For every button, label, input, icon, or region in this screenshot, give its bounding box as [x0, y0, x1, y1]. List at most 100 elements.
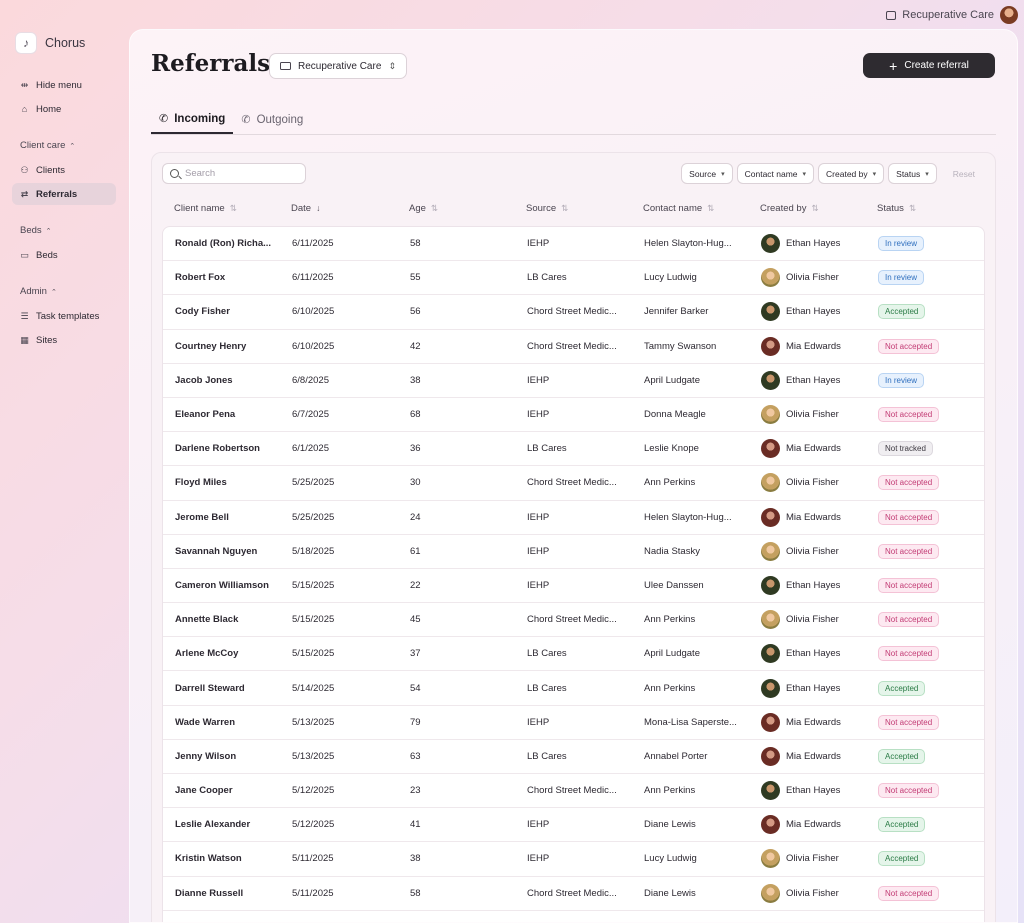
- search-input[interactable]: [185, 168, 285, 179]
- search-box[interactable]: [162, 163, 306, 184]
- client-name: Leslie Alexander: [175, 819, 251, 831]
- chevron-down-icon: ▾: [802, 170, 807, 178]
- referral-source: IEHP: [527, 716, 550, 728]
- filter-status[interactable]: Status ▾: [888, 163, 937, 184]
- table-row[interactable]: Courtney Henry 6/10/2025 42 Chord Street Me…: [163, 330, 984, 364]
- client-name: Courtney Henry: [175, 340, 247, 352]
- created-by: Olivia Fisher: [749, 405, 866, 425]
- client-name: Jacob Jones: [175, 374, 233, 386]
- column-header-date[interactable]: Date ↓: [279, 199, 397, 217]
- table-row[interactable]: Robert Fox 6/11/2025 55 LB Cares Lucy Ludwig…: [163, 261, 984, 296]
- table-row[interactable]: Kristin Watson 5/11/2025 38 IEHP Lucy Ludwig…: [163, 842, 984, 877]
- table-row[interactable]: Darrell Steward 5/14/2025 54 LB Cares Ann Pe…: [163, 671, 984, 706]
- table-row[interactable]: Wade Warren 5/13/2025 79 IEHP Mona-Lisa Sape…: [163, 706, 984, 740]
- filter-created-by[interactable]: Created by ▾: [818, 163, 885, 184]
- table-row[interactable]: Savannah Nguyen 5/18/2025 61 IEHP Nadia Stas…: [163, 535, 984, 569]
- column-header-contact-name[interactable]: Contact name ⇅: [631, 199, 748, 217]
- client-name: Ronald (Ron) Richa...: [175, 238, 272, 250]
- tab-outgoing[interactable]: ✆ Outgoing: [233, 105, 311, 134]
- status-cell: Accepted: [866, 680, 981, 696]
- sidebar-item-sites[interactable]: ▦ Sites: [12, 329, 116, 351]
- table-row[interactable]: Jacob Jones 6/8/2025 38 IEHP April Ludgate Et…: [163, 364, 984, 398]
- filter-source[interactable]: Source ▾: [681, 163, 733, 184]
- status-badge: Not accepted: [878, 714, 940, 730]
- referral-date: 5/15/2025: [292, 614, 335, 626]
- section-title: Admin: [20, 286, 47, 297]
- client-name: Cameron Williamson: [175, 579, 269, 591]
- status-badge: In review: [878, 270, 925, 286]
- table-row[interactable]: Annette Black 5/15/2025 45 Chord Street Med…: [163, 603, 984, 638]
- sidebar-item-task-templates[interactable]: ☰ Task templates: [12, 305, 116, 327]
- section-beds[interactable]: Beds ⌃: [12, 225, 116, 236]
- status-badge: Not accepted: [878, 646, 940, 662]
- column-header-client-name[interactable]: Client name ⇅: [162, 199, 279, 217]
- user-avatar[interactable]: [1000, 6, 1018, 24]
- created-by: Olivia Fisher: [749, 610, 866, 630]
- create-referral-button[interactable]: + Create referral: [863, 53, 995, 78]
- table-row[interactable]: Jane Cooper 5/12/2025 23 Chord Street Medic…: [163, 774, 984, 809]
- table-row[interactable]: Arlene McCoy 5/15/2025 37 LB Cares April Lud…: [163, 637, 984, 672]
- table-row[interactable]: Dianne Russell 5/11/2025 58 Chord Street Me…: [163, 877, 984, 911]
- sidebar-item-referrals[interactable]: ⇄ Referrals: [12, 183, 116, 205]
- sidebar-item-beds[interactable]: ▭ Beds: [12, 244, 116, 266]
- sidebar-item-clients[interactable]: ⚇ Clients: [12, 159, 116, 181]
- table-row[interactable]: Eleanor Pena 6/7/2025 68 IEHP Donna Meagle Ol…: [163, 398, 984, 433]
- table-body: Ronald (Ron) Richa... 6/11/2025 58 IEHP Hele…: [162, 226, 985, 922]
- tab-incoming[interactable]: ✆ Incoming: [151, 105, 234, 134]
- phone-outgoing-icon: ✆: [241, 114, 251, 126]
- sidebar-item-home[interactable]: ⌂ Home: [12, 98, 116, 120]
- chevron-down-icon: ▾: [925, 170, 929, 178]
- avatar: [761, 575, 780, 595]
- contact-name: April Ludgate: [644, 648, 700, 660]
- chevron-up-icon: ⌃: [69, 142, 76, 150]
- column-header-created-by[interactable]: Created by ⇅: [748, 199, 865, 217]
- table-row[interactable]: Jerome Bell 5/25/2025 24 IEHP Helen Slayton-…: [163, 501, 984, 535]
- status-badge: Not accepted: [878, 338, 940, 354]
- creator-name: Mia Edwards: [786, 443, 841, 455]
- client-age: 63: [410, 750, 421, 762]
- hide-menu-button[interactable]: ⇹ Hide menu: [12, 74, 116, 96]
- status-badge: Accepted: [878, 680, 926, 696]
- avatar: [761, 541, 780, 561]
- created-by: Ethan Hayes: [749, 644, 866, 664]
- created-by: Ethan Hayes: [749, 781, 866, 801]
- client-name: Jerome Bell: [175, 511, 229, 523]
- org-switcher[interactable]: Recuperative Care: [886, 4, 1018, 26]
- column-label: Contact name: [643, 202, 703, 214]
- status-cell: Accepted: [866, 817, 981, 833]
- referral-date: 6/1/2025: [292, 443, 329, 455]
- table-row[interactable]: Ronald (Ron) Richa... 6/11/2025 58 IEHP Hele…: [163, 227, 984, 262]
- column-header-source[interactable]: Source ⇅: [514, 199, 631, 217]
- table-row[interactable]: Darlene Robertson 6/1/2025 36 LB Cares Lesli…: [163, 432, 984, 467]
- column-header-age[interactable]: Age ⇅: [397, 199, 514, 217]
- section-client-care[interactable]: Client care ⌃: [12, 140, 116, 151]
- referral-source: Chord Street Medic...: [527, 887, 617, 899]
- client-age: 38: [410, 853, 421, 865]
- client-age: 23: [410, 785, 421, 797]
- reset-button[interactable]: Reset: [941, 169, 985, 179]
- table-row[interactable]: Cameron Williamson 5/15/2025 22 IEHP Ulee Da…: [163, 569, 984, 604]
- referrals-table-card: Source ▾ Contact name ▾ Created by ▾ Sta…: [151, 152, 996, 922]
- table-row[interactable]: Cody Fisher 6/10/2025 56 Chord Street Medic…: [163, 295, 984, 330]
- org-select[interactable]: Recuperative Care ⇕: [269, 53, 407, 79]
- table-row[interactable]: Floyd Miles 5/25/2025 30 Chord Street Medic…: [163, 466, 984, 501]
- table-row[interactable]: Jenny Wilson 5/13/2025 63 LB Cares Annabel P…: [163, 740, 984, 774]
- section-title: Client care: [20, 140, 66, 151]
- creator-name: Ethan Hayes: [786, 374, 841, 386]
- sort-icon: ⇅: [707, 202, 715, 213]
- status-cell: Not tracked: [866, 441, 981, 457]
- avatar: [761, 439, 780, 459]
- creator-name: Olivia Fisher: [786, 853, 839, 865]
- status-badge: Accepted: [878, 304, 926, 320]
- filter-contact-name[interactable]: Contact name ▾: [736, 163, 815, 184]
- creator-name: Ethan Hayes: [786, 579, 841, 591]
- creator-name: Ethan Hayes: [786, 682, 841, 694]
- section-admin[interactable]: Admin ⌃: [12, 286, 116, 297]
- column-header-status[interactable]: Status ⇅: [865, 199, 980, 217]
- referral-icon: ⇄: [20, 188, 29, 199]
- column-label: Status: [877, 202, 904, 214]
- referral-source: LB Cares: [527, 272, 567, 284]
- client-age: 54: [410, 682, 421, 694]
- client-age: 58: [410, 238, 421, 250]
- table-row[interactable]: Leslie Alexander 5/12/2025 41 IEHP Diane Lew…: [163, 808, 984, 843]
